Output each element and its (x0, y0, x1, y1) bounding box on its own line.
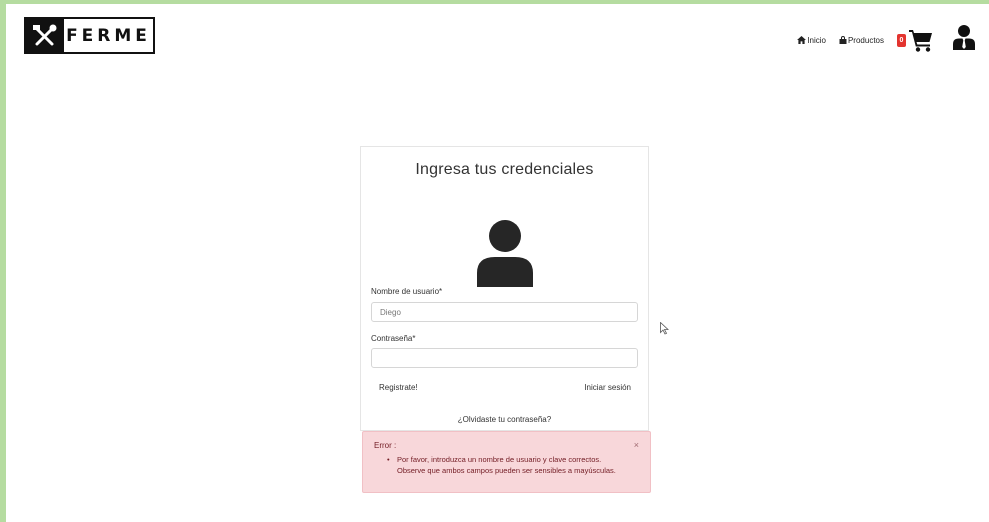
window-frame-top (0, 0, 989, 4)
username-input[interactable] (371, 302, 638, 322)
tools-icon (26, 19, 64, 52)
alert-messages: Por favor, introduzca un nombre de usuar… (387, 454, 616, 476)
username-label: Nombre de usuario* (371, 287, 443, 296)
bag-icon (839, 36, 847, 44)
window-frame-left (0, 0, 6, 522)
cart-icon (909, 29, 932, 52)
top-nav: Inicio Productos 0 (797, 25, 975, 55)
nav-productos-label: Productos (847, 35, 884, 45)
alert-message: Por favor, introduzca un nombre de usuar… (387, 454, 616, 465)
password-label: Contraseña* (371, 334, 416, 343)
alert-message: Observe que ambos campos pueden ser sens… (397, 466, 616, 475)
home-icon (797, 36, 807, 44)
cart-button[interactable]: 0 (897, 29, 933, 52)
error-alert: Error : × Por favor, introduzca un nombr… (362, 431, 651, 493)
alert-title: Error : (374, 441, 397, 450)
forgot-password-link[interactable]: ¿Olvidaste tu contraseña? (361, 415, 648, 424)
login-button[interactable]: Iniciar sesión (584, 383, 631, 392)
user-account-button[interactable] (953, 25, 975, 55)
user-avatar-icon (475, 219, 535, 292)
mouse-cursor-icon (660, 321, 670, 340)
nav-inicio-label: Inicio (807, 35, 826, 45)
brand-name: FERME (66, 25, 151, 46)
cart-count-badge: 0 (897, 33, 906, 47)
nav-productos[interactable]: Productos (839, 36, 884, 45)
brand-logo[interactable]: FERME (24, 17, 155, 54)
login-title: Ingresa tus credenciales (415, 161, 594, 178)
password-input[interactable] (371, 348, 638, 368)
user-tie-icon (953, 25, 975, 50)
register-button[interactable]: Registrate! (379, 383, 418, 392)
nav-inicio[interactable]: Inicio (797, 36, 826, 45)
login-card: Ingresa tus credenciales Nombre de usuar… (360, 146, 649, 431)
alert-close-button[interactable]: × (634, 440, 639, 450)
